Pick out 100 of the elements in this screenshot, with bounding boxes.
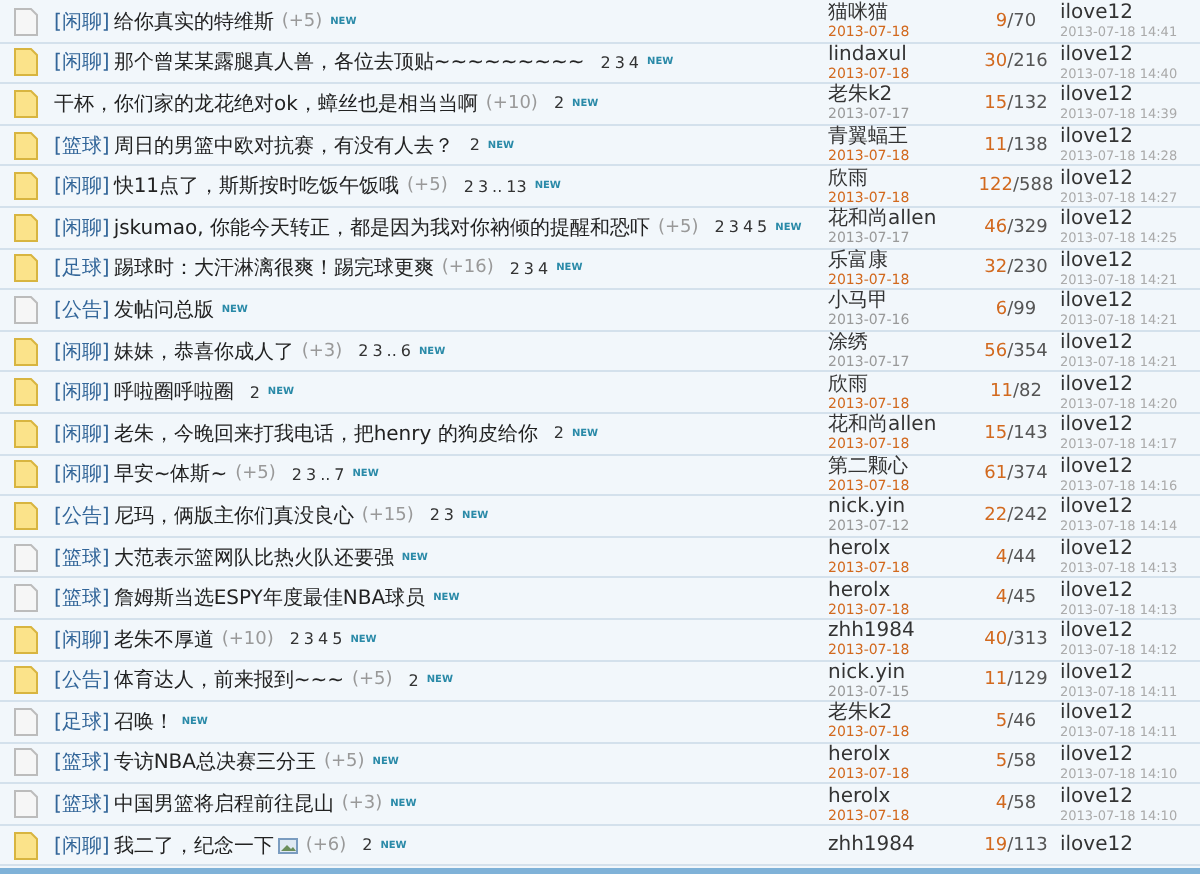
page-link[interactable]: 2 [714,218,725,237]
author-link[interactable]: herolx [828,579,976,602]
page-link[interactable]: 13 [506,177,527,196]
page-link[interactable]: 3 [443,506,455,525]
author-link[interactable]: zhh1984 [828,620,976,643]
author-link[interactable]: herolx [828,743,976,766]
author-link[interactable]: 花和尚allen [828,414,976,437]
thread-title-link[interactable]: 那个曾某某露腿真人兽，各位去顶贴~~~~~~~~~ [113,48,585,77]
page-link[interactable]: 3 [728,218,739,237]
category-link[interactable]: [公告] [54,666,110,695]
category-link[interactable]: [闲聊] [54,378,110,407]
page-link[interactable]: 2 [289,630,300,649]
last-poster-link[interactable]: ilove12 [1060,373,1192,396]
thread-title-link[interactable]: 早安~体斯~ [113,460,228,489]
category-link[interactable]: [闲聊] [54,172,110,201]
page-link[interactable]: 2 [408,671,419,690]
page-link[interactable]: 2 [249,383,260,402]
thread-title-link[interactable]: 踢球时：大汗淋漓很爽！踢完球更爽 [113,254,434,283]
last-poster-link[interactable]: ilove12 [1060,785,1192,808]
author-link[interactable]: lindaxul [828,43,976,66]
category-link[interactable]: [公告] [54,295,110,324]
page-link[interactable]: 2 [362,836,373,855]
thread-title-link[interactable]: 快11点了，斯斯按时吃饭午饭哦 [113,172,400,201]
page-link[interactable]: 2 [429,506,440,525]
page-link[interactable]: 2 [358,342,369,361]
last-poster-link[interactable]: ilove12 [1060,538,1192,561]
thread-title-link[interactable]: 大范表示篮网队比热火队还要强 [113,543,394,572]
thread-title-link[interactable]: 召唤！ [113,707,174,736]
author-link[interactable]: 老朱k2 [828,84,976,107]
page-link[interactable]: 2 [509,259,520,278]
page-link[interactable]: 5 [332,630,343,649]
page-link[interactable]: 2 [291,465,302,484]
category-link[interactable]: [闲聊] [54,337,110,366]
last-poster-link[interactable]: ilove12 [1060,743,1192,766]
category-link[interactable]: [篮球] [54,790,110,819]
author-link[interactable]: nick.yin [828,496,976,519]
last-poster-link[interactable]: ilove12 [1060,579,1192,602]
thread-title-link[interactable]: 尼玛，俩版主你们真没良心 [113,501,354,530]
last-poster-link[interactable]: ilove12 [1060,249,1192,272]
page-link[interactable]: 3 [477,177,489,196]
category-link[interactable]: [篮球] [54,543,110,572]
category-link[interactable]: [闲聊] [54,831,110,860]
page-link[interactable]: 3 [523,259,535,278]
thread-title-link[interactable]: 詹姆斯当选ESPY年度最佳NBA球员 [113,584,426,613]
category-link[interactable]: [公告] [54,501,110,530]
page-link[interactable]: 6 [400,342,411,361]
page-link[interactable]: 7 [334,465,345,484]
thread-title-link[interactable]: 老朱不厚道 [113,625,214,654]
page-link[interactable]: 2 [463,177,474,196]
author-link[interactable]: zhh1984 [828,834,976,857]
author-link[interactable]: 第二颗心 [828,455,976,478]
page-link[interactable]: .. [386,342,397,361]
thread-title-link[interactable]: 发帖问总版 [113,295,214,324]
last-poster-link[interactable]: ilove12 [1060,290,1192,313]
category-link[interactable]: [篮球] [54,131,110,160]
last-poster-link[interactable]: ilove12 [1060,496,1192,519]
page-link[interactable]: 2 [553,94,565,113]
thread-title-link[interactable]: 干杯，你们家的龙花绝对ok，蟑丝也是相当当啊 [54,89,478,118]
thread-title-link[interactable]: jskumao, 你能今天转正，都是因为我对你衲倾的提醒和恐吓 [113,213,650,242]
author-link[interactable]: 乐富康 [828,249,976,272]
author-link[interactable]: herolx [828,538,976,561]
category-link[interactable]: [篮球] [54,748,110,777]
page-link[interactable]: 2 [469,136,480,155]
author-link[interactable]: 猫咪猫 [828,2,976,25]
author-link[interactable]: 涂绣 [828,332,976,355]
category-link[interactable]: [足球] [54,707,110,736]
category-link[interactable]: [闲聊] [54,48,110,77]
page-link[interactable]: 4 [538,259,549,278]
last-poster-link[interactable]: ilove12 [1060,43,1192,66]
page-link[interactable]: 2 [600,53,611,72]
last-poster-link[interactable]: ilove12 [1060,455,1192,478]
category-link[interactable]: [篮球] [54,584,110,613]
author-link[interactable]: 欣雨 [828,167,976,190]
last-poster-link[interactable]: ilove12 [1060,702,1192,725]
last-poster-link[interactable]: ilove12 [1060,661,1192,684]
category-link[interactable]: [闲聊] [54,213,110,242]
category-link[interactable]: [闲聊] [54,419,110,448]
page-link[interactable]: 3 [614,53,625,72]
category-link[interactable]: [闲聊] [54,7,110,36]
page-link[interactable]: 3 [305,465,317,484]
page-link[interactable]: .. [320,465,331,484]
thread-title-link[interactable]: 呼啦圈呼啦圈 [113,378,234,407]
page-link[interactable]: 4 [318,630,329,649]
category-link[interactable]: [闲聊] [54,625,110,654]
last-poster-link[interactable]: ilove12 [1060,84,1192,107]
page-link[interactable]: 5 [757,218,768,237]
last-poster-link[interactable]: ilove12 [1060,332,1192,355]
thread-title-link[interactable]: 体育达人，前来报到~~~ [113,666,344,695]
thread-title-link[interactable]: 老朱，今晚回来打我电话，把henry 的狗皮给你 [113,419,538,448]
page-link[interactable]: 3 [303,630,315,649]
thread-title-link[interactable]: 妹妹，恭喜你成人了 [113,337,294,366]
category-link[interactable]: [闲聊] [54,460,110,489]
last-poster-link[interactable]: ilove12 [1060,414,1192,437]
author-link[interactable]: 老朱k2 [828,702,976,725]
author-link[interactable]: 青翼蝠王 [828,126,976,149]
author-link[interactable]: nick.yin [828,661,976,684]
last-poster-link[interactable]: ilove12 [1060,167,1192,190]
author-link[interactable]: 小马甲 [828,290,976,313]
category-link[interactable]: [足球] [54,254,110,283]
page-link[interactable]: 3 [372,342,383,361]
